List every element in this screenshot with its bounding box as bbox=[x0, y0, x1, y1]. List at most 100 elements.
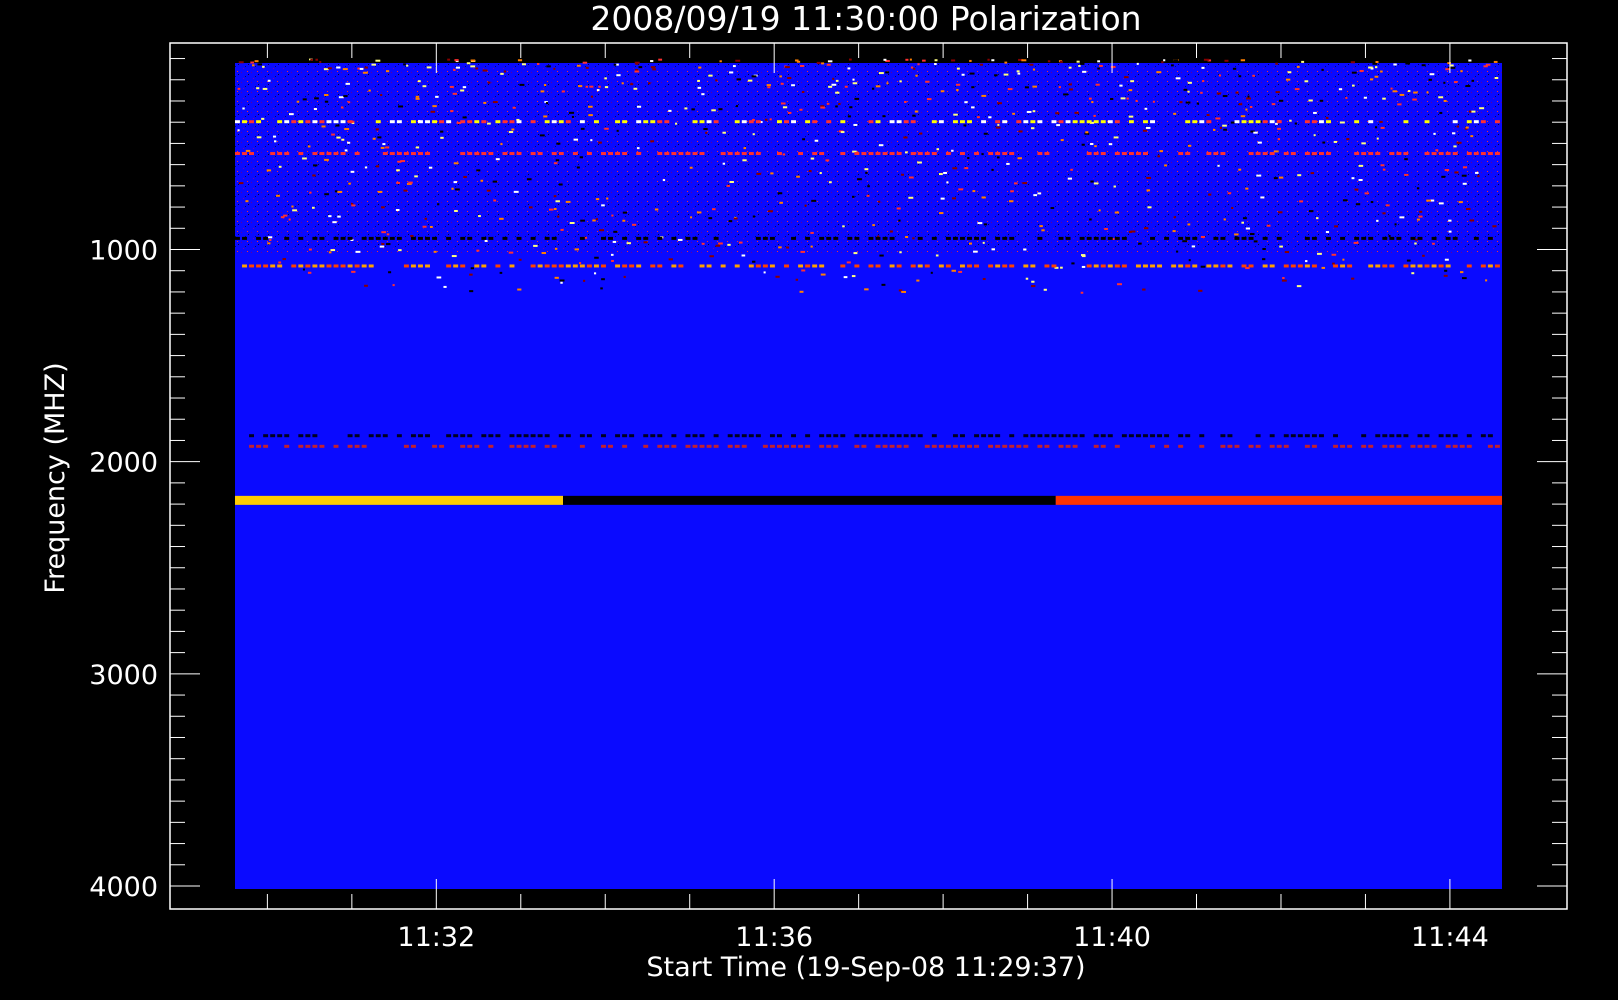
band-dash bbox=[1382, 264, 1388, 268]
speckle bbox=[1279, 99, 1284, 102]
speckle bbox=[1444, 258, 1449, 261]
band-dash bbox=[1347, 264, 1353, 268]
band-dash bbox=[1234, 120, 1240, 124]
speckle bbox=[964, 167, 969, 170]
speckle bbox=[1059, 60, 1063, 63]
band-dash bbox=[375, 236, 381, 240]
band-dash bbox=[678, 264, 684, 268]
speckle bbox=[280, 216, 285, 219]
band-dash bbox=[840, 120, 846, 124]
band-dash bbox=[333, 236, 339, 240]
speckle bbox=[905, 236, 909, 239]
band-dash bbox=[769, 434, 775, 438]
speckle bbox=[1321, 68, 1324, 71]
speckle bbox=[470, 59, 476, 62]
speckle bbox=[1023, 248, 1027, 251]
band-dash bbox=[967, 264, 972, 268]
speckle bbox=[555, 200, 560, 203]
speckle bbox=[1375, 126, 1378, 129]
band-dash bbox=[488, 434, 494, 438]
speckle bbox=[1232, 67, 1237, 70]
band-dash bbox=[664, 152, 670, 156]
speckle bbox=[1136, 62, 1139, 65]
speckle bbox=[905, 58, 909, 61]
speckle bbox=[1308, 210, 1314, 213]
speckle bbox=[364, 66, 368, 69]
speckle bbox=[636, 105, 642, 108]
speckle bbox=[574, 248, 580, 251]
heatmap-image bbox=[235, 58, 1502, 889]
band-dash bbox=[1459, 444, 1465, 448]
band-dash bbox=[1220, 434, 1226, 438]
speckle bbox=[1296, 65, 1300, 68]
speckle bbox=[376, 165, 380, 168]
band-dash bbox=[368, 236, 374, 240]
band-dash bbox=[1072, 434, 1078, 438]
band-dash bbox=[1121, 434, 1127, 438]
band-dash bbox=[410, 264, 416, 268]
speckle bbox=[573, 138, 579, 141]
speckle bbox=[583, 279, 586, 282]
speckle bbox=[726, 184, 730, 187]
speckle bbox=[451, 255, 457, 258]
band-dash bbox=[1326, 236, 1331, 240]
band-dash bbox=[333, 120, 339, 124]
speckle bbox=[476, 249, 480, 252]
band-dash bbox=[938, 264, 944, 268]
band-dash bbox=[326, 120, 332, 124]
speckle bbox=[938, 173, 943, 176]
band-dash bbox=[1002, 152, 1008, 156]
speckle bbox=[1142, 288, 1146, 291]
speckle bbox=[1351, 277, 1355, 280]
band-dash bbox=[833, 236, 839, 240]
speckle bbox=[930, 271, 933, 274]
band-dash bbox=[410, 444, 416, 448]
speckle bbox=[1017, 72, 1021, 75]
speckle bbox=[1279, 176, 1284, 179]
speckle bbox=[997, 123, 1000, 126]
speckle bbox=[904, 151, 908, 154]
band-dash bbox=[622, 444, 628, 448]
speckle bbox=[1152, 100, 1155, 103]
speckle bbox=[1031, 280, 1035, 283]
band-dash bbox=[537, 152, 543, 156]
speckle bbox=[911, 59, 917, 62]
band-dash bbox=[516, 236, 522, 240]
band-dash bbox=[798, 264, 804, 268]
band-dash bbox=[671, 264, 677, 268]
band-dash bbox=[347, 444, 353, 448]
band-dash bbox=[312, 120, 318, 124]
band-dash bbox=[1065, 120, 1071, 124]
band-dash bbox=[1016, 120, 1022, 124]
band-dash bbox=[242, 264, 247, 268]
speckle bbox=[296, 100, 300, 103]
band-dash bbox=[1079, 120, 1085, 124]
band-dash bbox=[854, 434, 860, 438]
speckle bbox=[622, 219, 626, 222]
speckle bbox=[1380, 126, 1385, 129]
speckle bbox=[1385, 204, 1390, 207]
speckle bbox=[917, 161, 922, 164]
speckle bbox=[1453, 81, 1458, 84]
speckle bbox=[492, 180, 498, 183]
speckle bbox=[894, 60, 899, 63]
speckle bbox=[1339, 121, 1345, 124]
band-dash bbox=[460, 120, 466, 124]
band-dash bbox=[685, 434, 691, 438]
speckle bbox=[1222, 124, 1227, 127]
band-dash bbox=[1424, 264, 1430, 268]
band-dash bbox=[615, 264, 621, 268]
speckle bbox=[1037, 192, 1042, 195]
band-dash bbox=[439, 120, 445, 124]
band-dash bbox=[1093, 434, 1099, 438]
speckle bbox=[912, 237, 915, 240]
speckle bbox=[368, 89, 371, 92]
band-dash bbox=[967, 236, 972, 240]
speckle bbox=[1352, 84, 1355, 87]
speckle bbox=[269, 238, 272, 241]
speckle bbox=[1445, 68, 1450, 71]
band-dash bbox=[1354, 120, 1360, 124]
speckle bbox=[408, 181, 413, 184]
band-dash bbox=[1128, 434, 1134, 438]
speckle bbox=[908, 196, 914, 199]
